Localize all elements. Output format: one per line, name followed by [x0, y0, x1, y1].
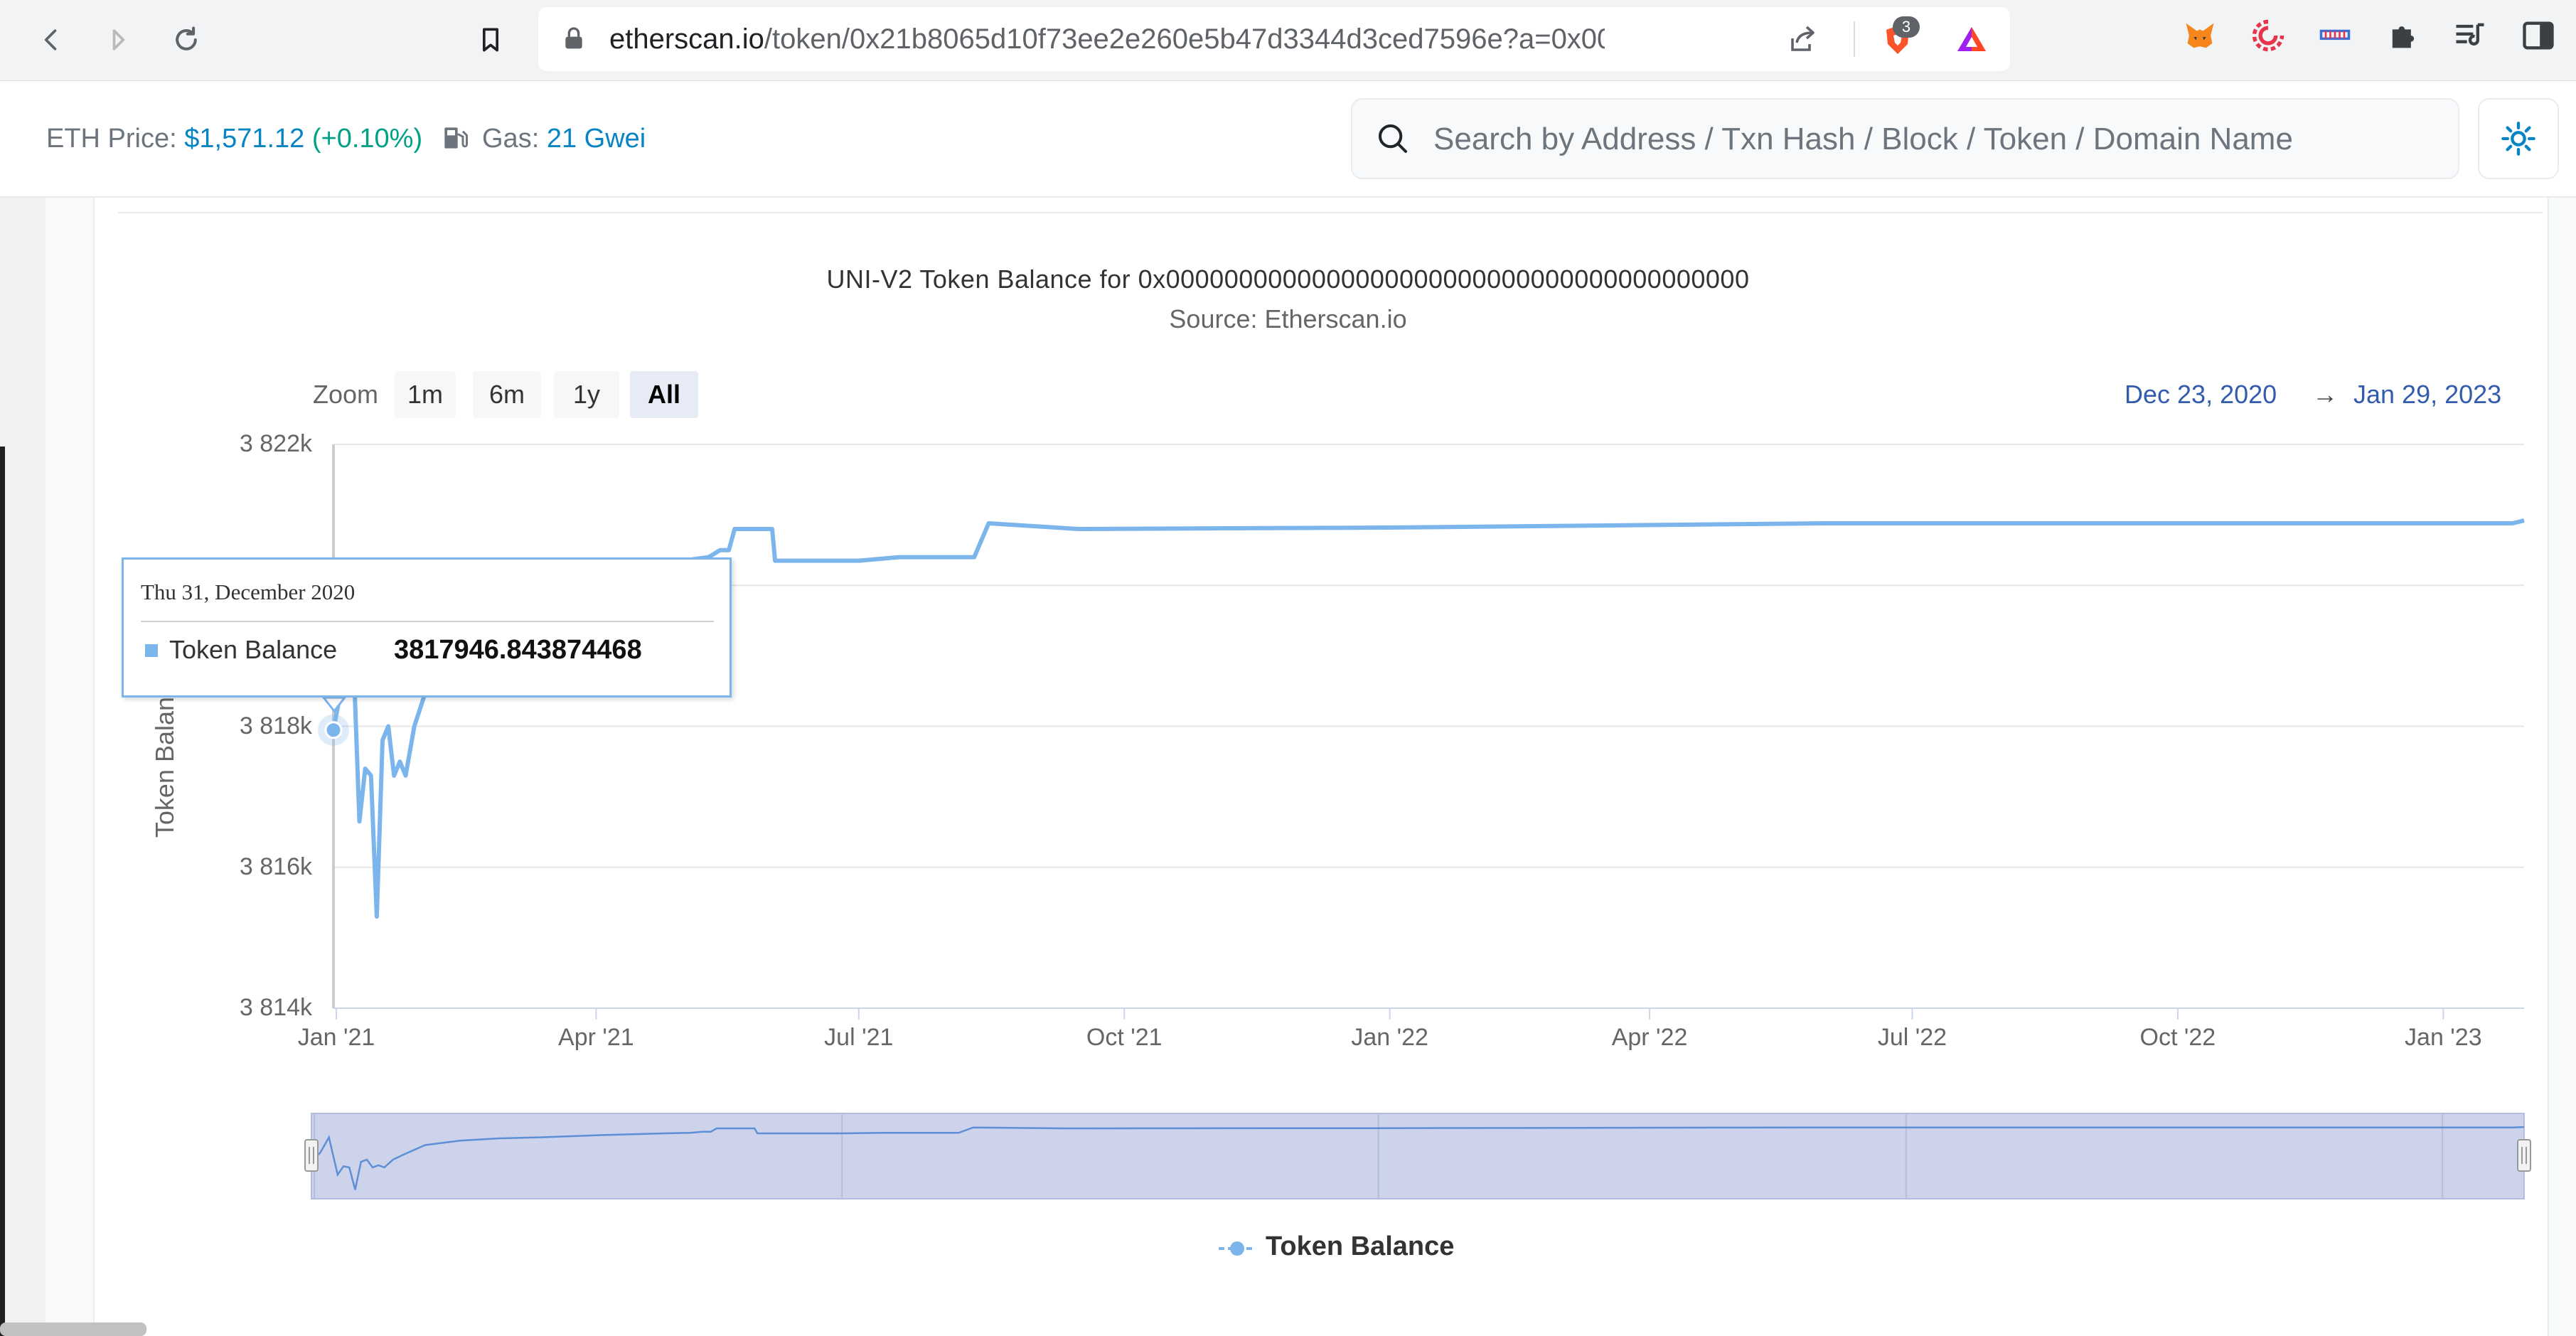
hover-point	[324, 721, 343, 739]
legend-symbol	[1219, 1241, 1256, 1256]
tooltip-date: Thu 31, December 2020	[141, 579, 356, 604]
chart-tooltip: Thu 31, December 2020 Token Balance 3817…	[122, 557, 732, 698]
navigator-left-handle[interactable]	[304, 1139, 319, 1172]
tooltip-pointer	[321, 696, 348, 713]
tooltip-value: 3817946.843874468	[394, 635, 642, 665]
tooltip-divider	[141, 621, 714, 622]
navigator-mask	[311, 1113, 2525, 1199]
tooltip-series-marker	[145, 644, 158, 657]
tooltip-series-name: Token Balance	[169, 635, 338, 664]
legend-label: Token Balance	[1266, 1231, 1455, 1261]
navigator-right-handle[interactable]	[2517, 1139, 2531, 1172]
